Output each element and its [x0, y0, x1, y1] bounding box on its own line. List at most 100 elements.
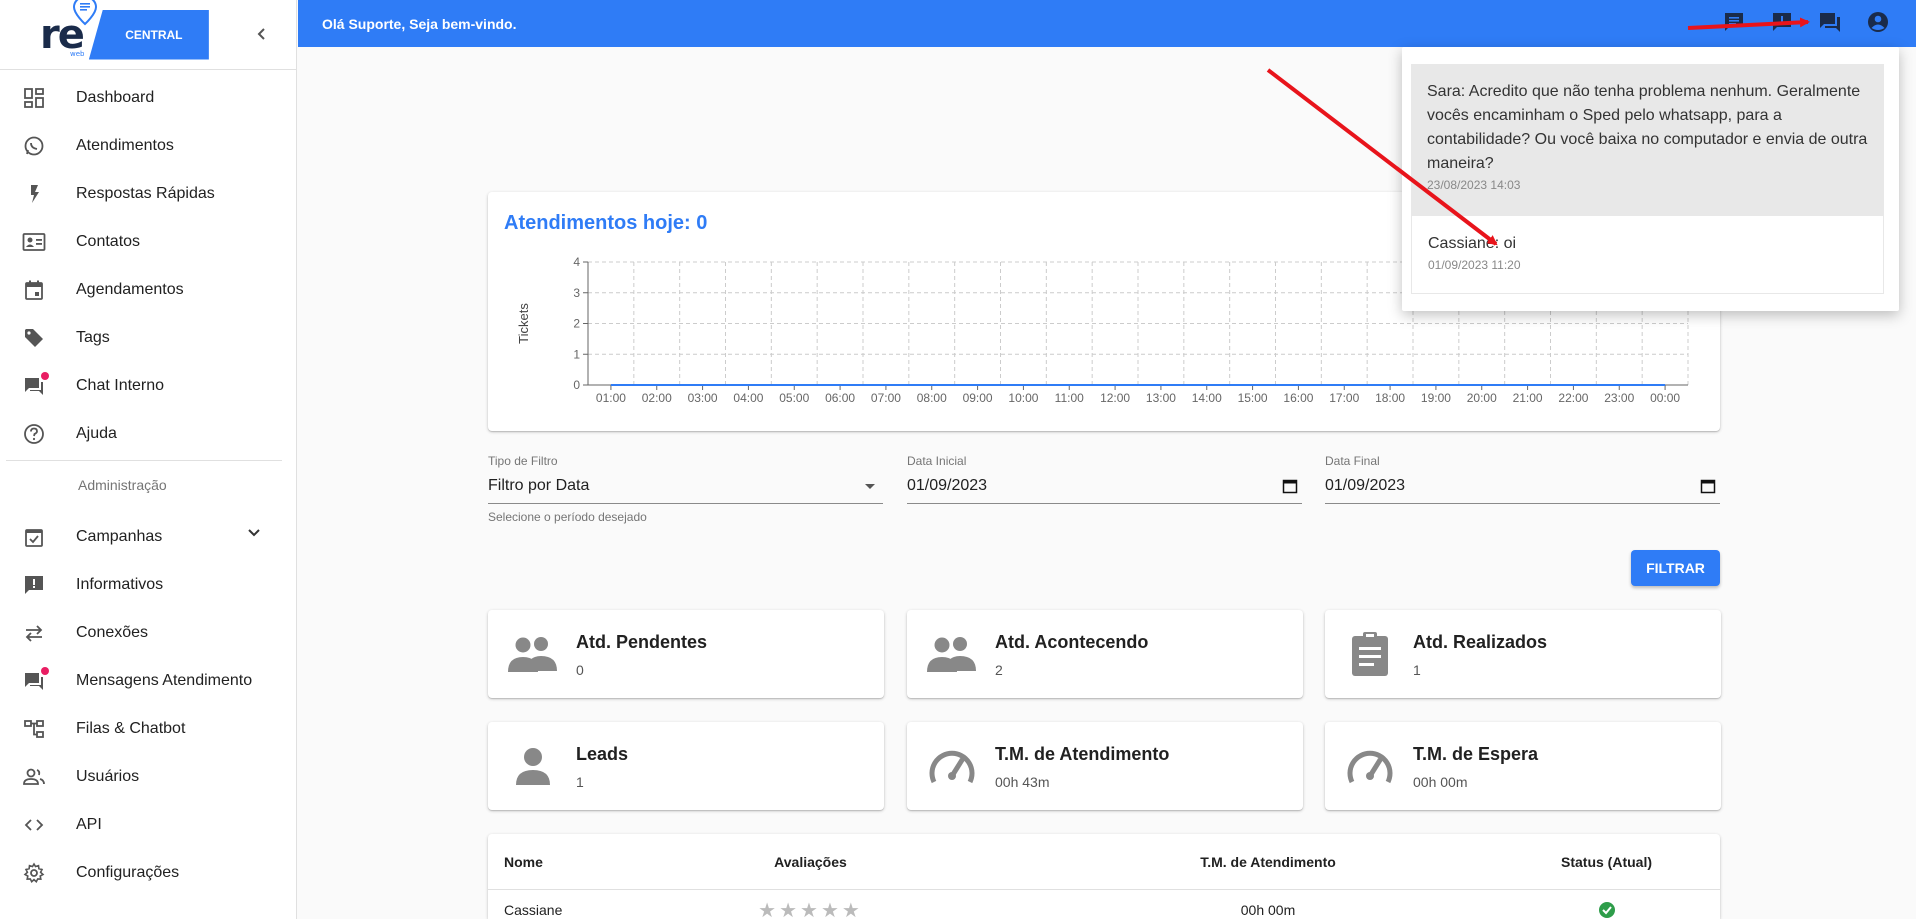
sidebar-item-contatos[interactable]: Contatos [0, 218, 296, 266]
sidebar-item-ajuda[interactable]: Ajuda [0, 410, 296, 458]
sidebar-item-mensagens-atendimento[interactable]: Mensagens Atendimento [0, 657, 296, 705]
calendar-picker-icon[interactable] [1282, 478, 1298, 494]
admin-nav: Campanhas Informativos Conexões Mensagen… [0, 509, 296, 897]
sidebar-item-label: Mensagens Atendimento [76, 672, 253, 689]
start-date-label: Data Inicial [907, 454, 967, 468]
table-header: Nome Avaliações T.M. de Atendimento Stat… [488, 834, 1720, 890]
sidebar-item-respostas-rapidas[interactable]: Respostas Rápidas [0, 170, 296, 218]
column-header-status[interactable]: Status (Atual) [1493, 854, 1720, 870]
sidebar-item-api[interactable]: API [0, 801, 296, 849]
stat-card-tm-atendimento: T.M. de Atendimento 00h 43m [907, 722, 1303, 810]
sidebar-item-chat-interno[interactable]: Chat Interno [0, 362, 296, 410]
forum-icon[interactable] [1818, 10, 1842, 34]
x-tick-label: 06:00 [825, 391, 855, 405]
x-tick-label: 12:00 [1100, 391, 1130, 405]
app-bar: Olá Suporte, Seja bem-vindo. [298, 0, 1916, 47]
notification-text: Sara: Acredito que não tenha problema ne… [1427, 83, 1868, 172]
start-date-input[interactable]: 01/09/2023 [907, 474, 1302, 504]
sidebar-item-filas-chatbot[interactable]: Filas & Chatbot [0, 705, 296, 753]
table-row[interactable]: Cassiane ★★★★★ 00h 00m [488, 890, 1720, 919]
speed-icon [925, 742, 979, 790]
expand-more-icon[interactable] [246, 525, 262, 541]
logo-central-tag: CENTRAL [88, 9, 209, 60]
announcement-icon[interactable] [1770, 10, 1794, 34]
appbar-icons [1722, 10, 1890, 34]
filter-button[interactable]: FILTRAR [1631, 550, 1720, 586]
start-date-value: 01/09/2023 [907, 476, 988, 494]
sidebar-item-atendimentos[interactable]: Atendimentos [0, 122, 296, 170]
notification-badge [41, 667, 49, 675]
dropdown-arrow-icon [865, 483, 875, 489]
row-avg-time: 00h 00m [1240, 902, 1296, 918]
logo-pin-icon [72, 0, 98, 25]
y-tick-label: 1 [573, 347, 580, 361]
x-tick-label: 21:00 [1513, 391, 1543, 405]
x-tick-label: 18:00 [1375, 391, 1405, 405]
sidebar-item-label: Atendimentos [76, 137, 174, 154]
x-tick-label: 08:00 [917, 391, 947, 405]
column-header-tm-atendimento[interactable]: T.M. de Atendimento [1043, 854, 1493, 870]
stat-card-pendentes: Atd. Pendentes 0 [488, 610, 884, 698]
end-date-field[interactable]: Data Final 01/09/2023 [1325, 454, 1720, 504]
collapse-sidebar-button[interactable] [250, 22, 274, 46]
stat-title: Atd. Realizados [1413, 632, 1548, 652]
calendar-picker-icon[interactable] [1700, 478, 1716, 494]
group-icon [925, 630, 979, 678]
sidebar-item-tags[interactable]: Tags [0, 314, 296, 362]
sidebar-item-label: Ajuda [76, 425, 117, 442]
event-available-icon [22, 525, 46, 549]
sidebar-item-dashboard[interactable]: Dashboard [0, 74, 296, 122]
sidebar-item-label: Conexões [76, 624, 149, 641]
status-online-icon [1493, 901, 1720, 919]
x-tick-label: 03:00 [688, 391, 718, 405]
gear-icon [22, 861, 46, 885]
sidebar-item-label: Tags [76, 329, 110, 346]
sidebar-item-conexoes[interactable]: Conexões [0, 609, 296, 657]
sidebar-item-label: API [76, 816, 102, 833]
end-date-label: Data Final [1325, 454, 1380, 468]
sidebar-item-configuracoes[interactable]: Configurações [0, 849, 296, 897]
attendants-table: Nome Avaliações T.M. de Atendimento Stat… [488, 834, 1720, 919]
sidebar-item-label: Informativos [76, 576, 164, 593]
account-circle-icon[interactable] [1866, 10, 1890, 34]
sidebar-item-usuarios[interactable]: Usuários [0, 753, 296, 801]
filter-type-field[interactable]: Tipo de Filtro Filtro por Data Selecione… [488, 454, 883, 524]
speed-icon [1343, 742, 1397, 790]
sidebar-item-label: Contatos [76, 233, 141, 250]
logo-area: re web CENTRAL [0, 0, 296, 70]
column-header-avaliacoes[interactable]: Avaliações [578, 854, 1043, 870]
notification-item[interactable]: Cassiane: oi 01/09/2023 11:20 [1411, 216, 1884, 294]
sidebar-item-informativos[interactable]: Informativos [0, 561, 296, 609]
code-icon [22, 813, 46, 837]
sidebar-item-label: Agendamentos [76, 281, 184, 298]
sidebar-item-agendamentos[interactable]: Agendamentos [0, 266, 296, 314]
assignment-icon [1343, 630, 1397, 678]
notification-item[interactable]: Sara: Acredito que não tenha problema ne… [1411, 64, 1884, 216]
logo-brand-small: web [70, 49, 85, 58]
chat-notifications-popup: Sara: Acredito que não tenha problema ne… [1402, 47, 1899, 311]
start-date-field[interactable]: Data Inicial 01/09/2023 [907, 454, 1302, 504]
whatsapp-icon [22, 134, 46, 158]
end-date-input[interactable]: 01/09/2023 [1325, 474, 1720, 504]
sidebar-item-label: Filas & Chatbot [76, 720, 186, 737]
swap-horiz-icon [22, 621, 46, 645]
sidebar-item-label: Usuários [76, 768, 140, 785]
sidebar-item-label: Chat Interno [76, 377, 165, 394]
y-tick-label: 4 [573, 255, 580, 269]
forum-icon [22, 667, 49, 693]
stat-title: Leads [576, 744, 629, 764]
x-tick-label: 14:00 [1192, 391, 1222, 405]
group-icon [506, 630, 560, 678]
sidebar-section-admin: Administração [78, 477, 167, 493]
column-header-nome[interactable]: Nome [488, 854, 578, 870]
announcement-icon [22, 573, 46, 597]
stat-value: 00h 43m [995, 774, 1050, 790]
logo[interactable]: re web [40, 0, 98, 58]
sidebar-item-campanhas[interactable]: Campanhas [0, 513, 296, 561]
filter-type-select[interactable]: Filtro por Data [488, 474, 883, 504]
message-icon[interactable] [1722, 10, 1746, 34]
sidebar-item-label: Configurações [76, 864, 180, 881]
notification-badge [41, 372, 49, 380]
stat-value: 2 [995, 662, 1003, 678]
x-tick-label: 13:00 [1146, 391, 1176, 405]
